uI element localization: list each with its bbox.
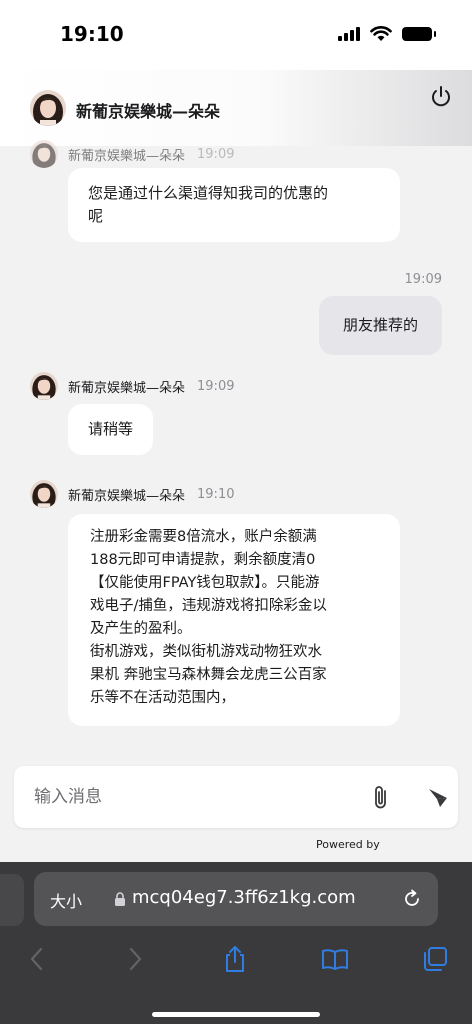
- powered-by: Powered by: [316, 838, 380, 851]
- bookmarks-icon[interactable]: [320, 944, 350, 974]
- avatar: [30, 372, 58, 400]
- avatar: [30, 140, 58, 168]
- sender-name: 新葡京娱樂城—朵朵: [68, 148, 186, 164]
- home-indicator: [152, 1012, 320, 1017]
- cellular-signal-icon: [338, 27, 360, 41]
- message-meta: 新葡京娱樂城—朵朵 19:09: [30, 372, 234, 400]
- address-bar[interactable]: 大小 mcq04eg7.3ff6z1kg.com: [34, 872, 438, 926]
- chat-header: 新葡京娱樂城—朵朵: [0, 70, 472, 146]
- wifi-icon: [370, 26, 392, 41]
- previous-tab[interactable]: [0, 874, 24, 926]
- message-time: 19:09: [197, 378, 235, 394]
- send-icon[interactable]: [426, 786, 450, 810]
- url-text[interactable]: mcq04eg7.3ff6z1kg.com: [132, 887, 356, 908]
- browser-chrome: 大小 mcq04eg7.3ff6z1kg.com: [0, 862, 472, 1024]
- lock-icon: [115, 892, 125, 906]
- sender-name: 新葡京娱樂城—朵朵: [68, 380, 186, 396]
- message-time: 19:09: [197, 146, 235, 162]
- avatar: [30, 90, 66, 126]
- incoming-message: 注册彩金需要8倍流水，账户余额满 188元即可申请提款，剩余额度清0 【仅能使用…: [68, 514, 400, 726]
- back-icon[interactable]: [22, 944, 52, 974]
- status-time: 19:10: [60, 22, 124, 46]
- tabs-icon[interactable]: [420, 944, 450, 974]
- avatar: [30, 480, 58, 508]
- message-meta: 新葡京娱樂城—朵朵 19:10: [30, 480, 234, 508]
- message-time: 19:09: [404, 272, 442, 287]
- message-input[interactable]: [34, 784, 334, 810]
- paperclip-icon[interactable]: [370, 784, 392, 812]
- message-time: 19:10: [197, 486, 235, 502]
- status-bar: 19:10: [0, 0, 472, 70]
- reload-icon[interactable]: [402, 889, 422, 909]
- incoming-message: 您是通过什么渠道得知我司的优惠的 呢: [68, 168, 400, 242]
- sender-name: 新葡京娱樂城—朵朵: [68, 488, 186, 504]
- share-icon[interactable]: [220, 944, 250, 974]
- power-icon[interactable]: [428, 84, 454, 110]
- message-composer: [14, 766, 458, 828]
- browser-toolbar: [0, 940, 472, 980]
- chat-title: 新葡京娱樂城—朵朵: [76, 102, 221, 121]
- reader-size-button[interactable]: 大小: [50, 888, 82, 912]
- status-icons: [338, 26, 436, 42]
- incoming-message: 请稍等: [68, 404, 154, 455]
- battery-icon: [402, 27, 436, 41]
- forward-icon[interactable]: [120, 944, 150, 974]
- message-meta: 新葡京娱樂城—朵朵 19:09: [30, 140, 234, 168]
- outgoing-message: 朋友推荐的: [318, 296, 442, 355]
